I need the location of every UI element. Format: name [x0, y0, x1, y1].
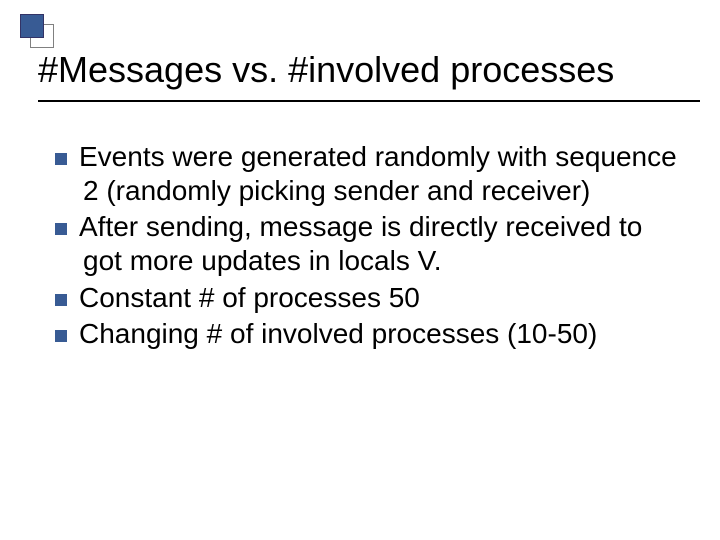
square-bullet-icon [55, 153, 67, 165]
list-item: Constant # of processes 50 [55, 281, 680, 315]
bullet-text: Changing # of involved processes (10-50) [79, 318, 597, 349]
slide: #Messages vs. #involved processes Events… [0, 0, 720, 540]
bullet-text: Constant # of processes 50 [79, 282, 420, 313]
list-item: After sending, message is directly recei… [55, 210, 680, 278]
list-item: Changing # of involved processes (10-50) [55, 317, 680, 351]
slide-title: #Messages vs. #involved processes [38, 50, 682, 90]
title-underline [38, 100, 700, 102]
square-bullet-icon [55, 330, 67, 342]
list-item: Events were generated randomly with sequ… [55, 140, 680, 208]
bullet-text: Events were generated randomly with sequ… [79, 141, 677, 206]
bullet-text: After sending, message is directly recei… [79, 211, 642, 276]
square-bullet-icon [55, 294, 67, 306]
decorative-square-filled [20, 14, 44, 38]
square-bullet-icon [55, 223, 67, 235]
slide-body: Events were generated randomly with sequ… [55, 140, 680, 353]
